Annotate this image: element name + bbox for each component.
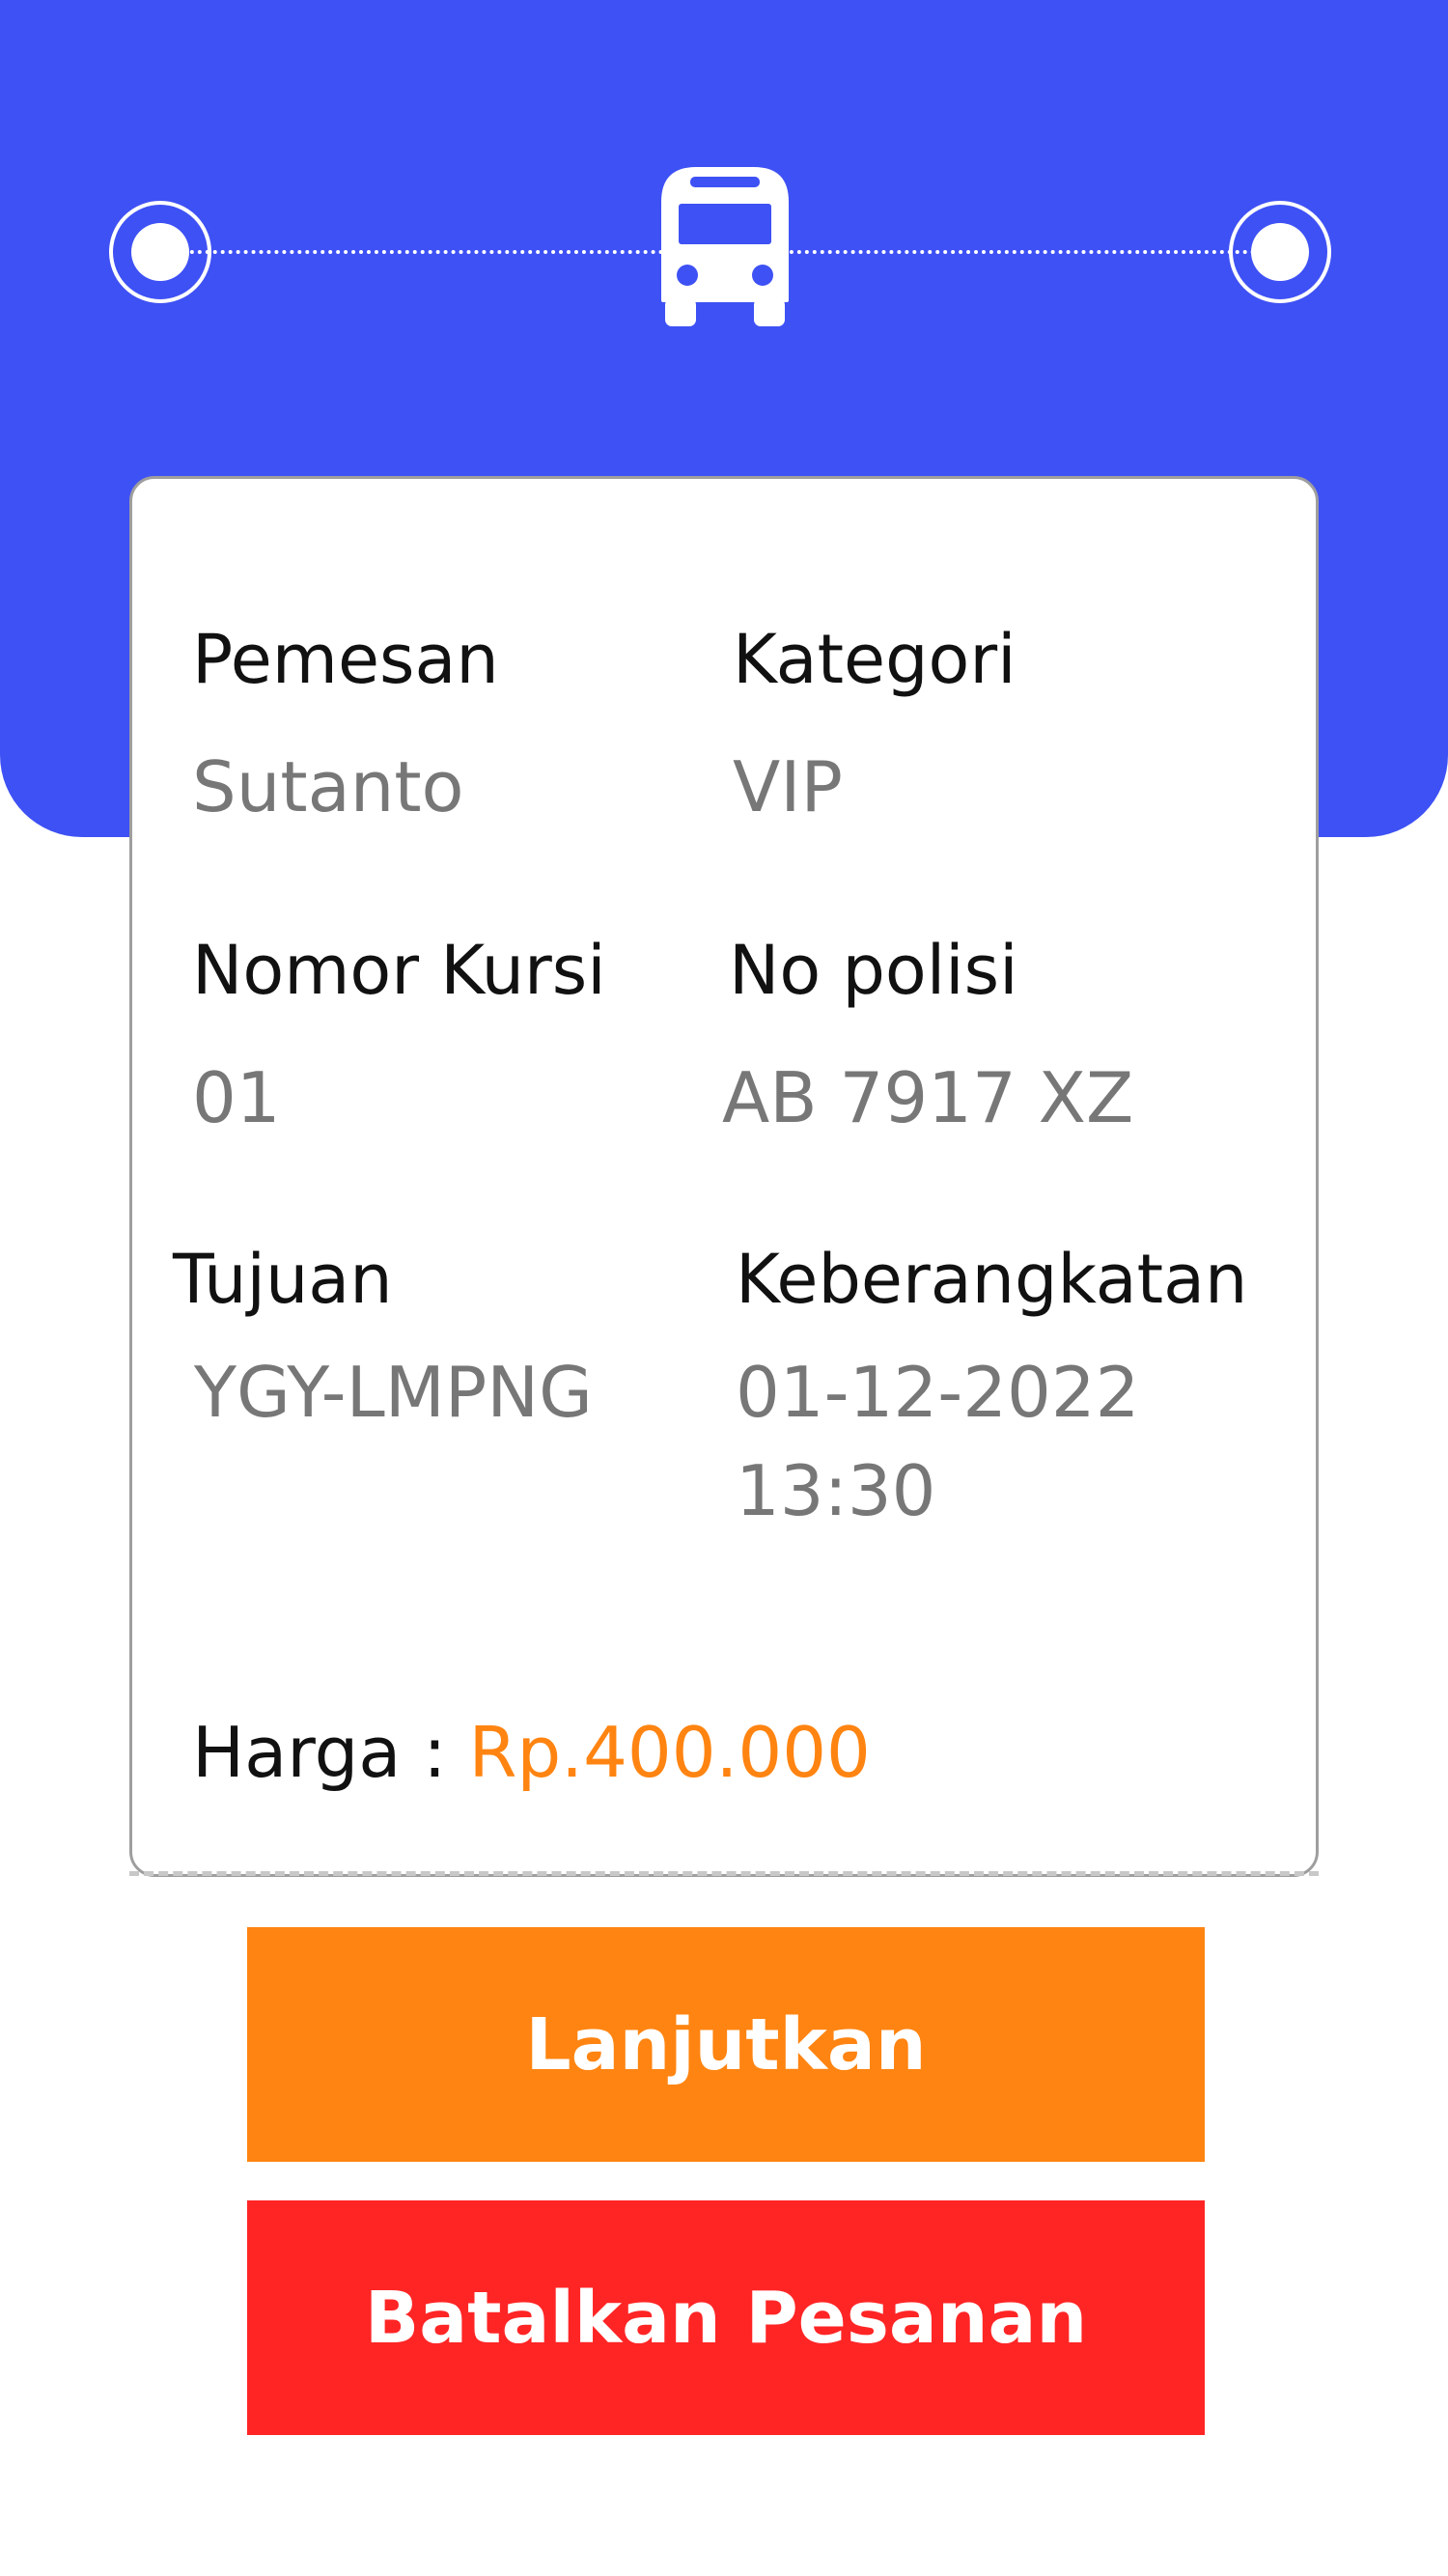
booking-detail-screen: Pemesan Sutanto Kategori VIP Nomor Kursi… <box>0 0 1448 2576</box>
customer-value: Sutanto <box>192 746 464 827</box>
origin-stop-icon <box>109 201 211 303</box>
category-value: VIP <box>733 746 843 827</box>
price-label: Harga : <box>192 1712 469 1793</box>
plate-number-value: AB 7917 XZ <box>722 1057 1134 1138</box>
destination-label: Tujuan <box>173 1240 393 1319</box>
departure-label: Keberangkatan <box>736 1240 1248 1319</box>
seat-number-value: 01 <box>192 1057 281 1138</box>
price-row: Harga : Rp.400.000 <box>192 1712 871 1793</box>
seat-number-label: Nomor Kursi <box>192 931 606 1010</box>
departure-time: 13:30 <box>736 1450 936 1531</box>
continue-button[interactable]: Lanjutkan <box>247 1927 1205 2162</box>
booking-summary-card: Pemesan Sutanto Kategori VIP Nomor Kursi… <box>129 476 1319 1877</box>
destination-stop-icon <box>1229 201 1331 303</box>
plate-number-label: No polisi <box>729 931 1018 1010</box>
category-label: Kategori <box>733 620 1016 699</box>
ticket-perforation <box>129 1871 1319 1876</box>
cancel-booking-button[interactable]: Batalkan Pesanan <box>247 2200 1205 2435</box>
customer-label: Pemesan <box>192 620 499 699</box>
price-value: Rp.400.000 <box>468 1712 871 1793</box>
bus-icon <box>661 167 789 326</box>
destination-value: YGY-LMPNG <box>194 1352 593 1433</box>
departure-date: 01-12-2022 <box>736 1352 1140 1433</box>
